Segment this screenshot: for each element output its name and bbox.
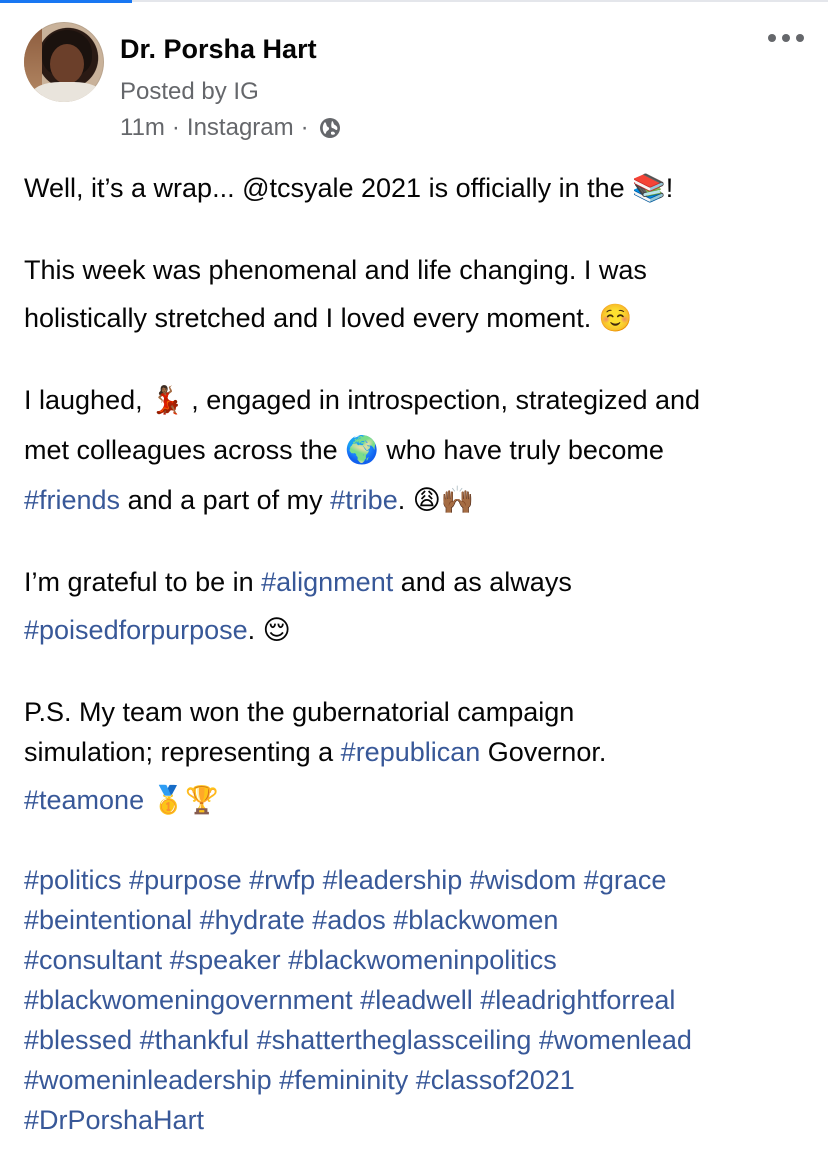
paragraph: P.S. My team won the gubernatorial campa… — [24, 692, 814, 820]
post-source: Instagram — [186, 114, 294, 141]
meta-separator: · — [300, 114, 309, 141]
hashtag-line[interactable]: #womeninleadership #femininity #classof2… — [24, 1060, 814, 1100]
hashtag-link[interactable]: #alignment — [261, 567, 393, 597]
active-tab-indicator — [0, 0, 132, 3]
text-segment: 🥇🏆 — [144, 785, 219, 815]
hashtag-link[interactable]: #teamone — [24, 785, 144, 815]
avatar[interactable] — [24, 22, 104, 102]
text-segment: and as always — [393, 567, 572, 597]
text-line: This week was phenomenal and life changi… — [24, 255, 647, 285]
hashtag-line[interactable]: #DrPorshaHart — [24, 1100, 814, 1140]
paragraph: I’m grateful to be in #alignment and as … — [24, 562, 814, 650]
hashtag-line[interactable]: #beintentional #hydrate #ados #blackwome… — [24, 900, 814, 940]
posted-by-label: Posted by IG — [120, 78, 259, 105]
more-options-icon[interactable] — [768, 30, 804, 46]
text-line: Well, it’s a wrap... @tcsyale 2021 is of… — [24, 173, 674, 203]
text-line: I laughed, 💃🏾 , engaged in introspection… — [24, 385, 701, 415]
post-text: Well, it’s a wrap... @tcsyale 2021 is of… — [24, 168, 814, 1140]
meta-separator: · — [171, 114, 180, 141]
globe-icon[interactable] — [318, 116, 342, 140]
text-line: P.S. My team won the gubernatorial campa… — [24, 697, 575, 727]
text-segment: I’m grateful to be in — [24, 567, 262, 597]
hashtag-link[interactable]: #republican — [341, 737, 481, 767]
text-line: #teamone 🥇🏆 — [24, 780, 814, 820]
text-segment: . 😩🙌🏾 — [397, 485, 475, 515]
text-line: holistically stretched and I loved every… — [24, 303, 633, 333]
author-name[interactable]: Dr. Porsha Hart — [120, 34, 317, 65]
post-time[interactable]: 11m — [120, 114, 165, 142]
hashtag-block: #politics #purpose #rwfp #leadership #wi… — [24, 860, 814, 1140]
text-segment: simulation; representing a — [24, 737, 341, 767]
avatar-shirt — [32, 82, 102, 102]
paragraph: This week was phenomenal and life changi… — [24, 250, 814, 338]
text-segment: . 😌 — [247, 615, 291, 645]
text-line: #friends and a part of my #tribe. 😩🙌🏾 — [24, 480, 814, 520]
hashtag-line[interactable]: #consultant #speaker #blackwomeninpoliti… — [24, 940, 814, 980]
hashtag-line[interactable]: #blackwomeningovernment #leadwell #leadr… — [24, 980, 814, 1020]
hashtag-link[interactable]: #tribe — [330, 485, 398, 515]
paragraph: Well, it’s a wrap... @tcsyale 2021 is of… — [24, 168, 814, 208]
post-header: Dr. Porsha Hart Posted by IG 11m · Insta… — [24, 22, 804, 152]
post-meta: 11m · Instagram · — [120, 114, 342, 142]
text-line: met colleagues across the 🌍 who have tru… — [24, 435, 664, 465]
paragraph: I laughed, 💃🏾 , engaged in introspection… — [24, 380, 814, 520]
hashtag-line[interactable]: #blessed #thankful #shattertheglassceili… — [24, 1020, 814, 1060]
hashtag-link[interactable]: #friends — [24, 485, 120, 515]
avatar-face — [50, 44, 84, 84]
text-line: #poisedforpurpose. 😌 — [24, 610, 814, 650]
text-segment: Governor. — [480, 737, 607, 767]
text-segment: and a part of my — [120, 485, 331, 515]
text-line: I’m grateful to be in #alignment and as … — [24, 562, 814, 602]
hashtag-line[interactable]: #politics #purpose #rwfp #leadership #wi… — [24, 860, 814, 900]
hashtag-link[interactable]: #poisedforpurpose — [24, 615, 248, 645]
text-line: simulation; representing a #republican G… — [24, 732, 814, 772]
